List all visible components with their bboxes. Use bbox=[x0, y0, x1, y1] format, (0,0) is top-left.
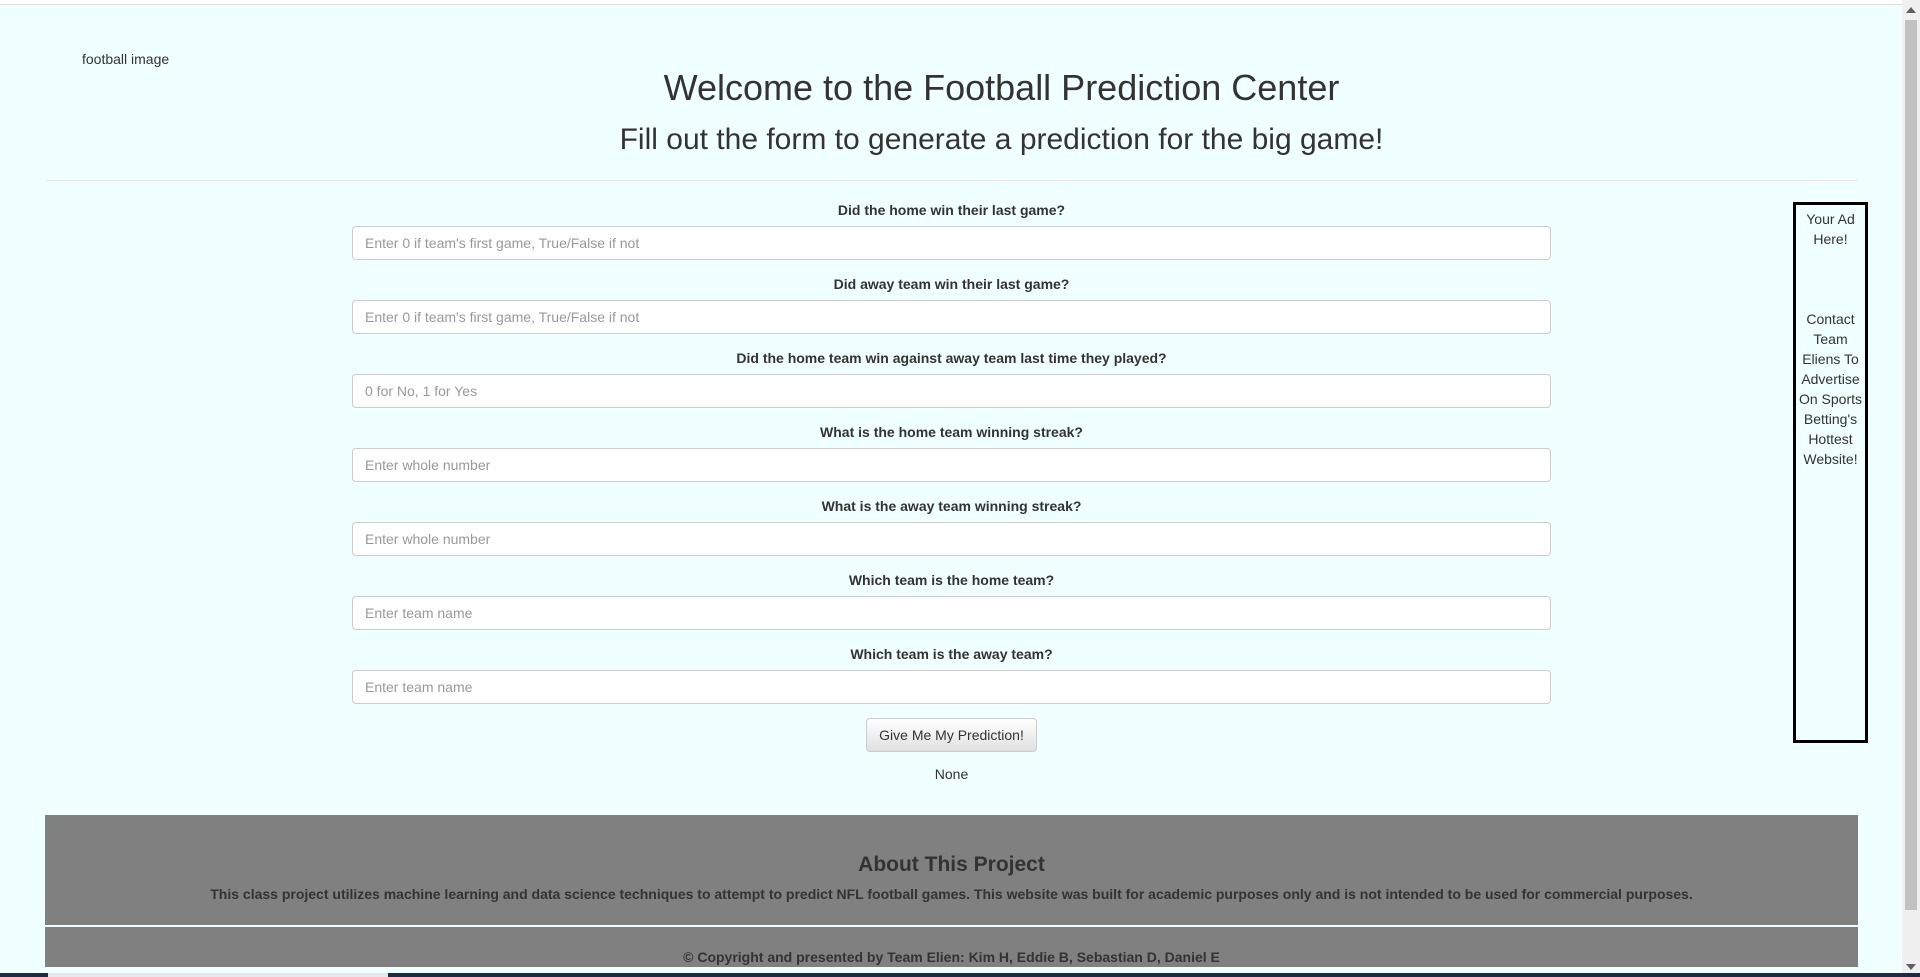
taskbar-strip bbox=[0, 973, 1920, 977]
taskbar-active-segment bbox=[48, 973, 388, 977]
ad-spacer bbox=[1798, 249, 1863, 309]
scroll-up-arrow-icon[interactable] bbox=[1906, 7, 1916, 13]
about-title: About This Project bbox=[858, 853, 1045, 876]
field-away-team: Which team is the away team? bbox=[352, 644, 1551, 704]
home-streak-input[interactable] bbox=[352, 448, 1551, 482]
advertisement-box: Your Ad Here! Contact Team Eliens To Adv… bbox=[1793, 202, 1868, 743]
head-to-head-label: Did the home team win against away team … bbox=[736, 350, 1167, 366]
field-away-last-win: Did away team win their last game? bbox=[352, 274, 1551, 334]
page-subtitle: Fill out the form to generate a predicti… bbox=[619, 123, 1384, 156]
field-head-to-head: Did the home team win against away team … bbox=[352, 348, 1551, 408]
home-last-win-label: Did the home win their last game? bbox=[837, 202, 1066, 218]
field-home-team: Which team is the home team? bbox=[352, 570, 1551, 630]
field-home-streak: What is the home team winning streak? bbox=[352, 422, 1551, 482]
header-divider bbox=[45, 180, 1858, 181]
submit-prediction-button[interactable]: Give Me My Prediction! bbox=[866, 718, 1037, 752]
away-last-win-input[interactable] bbox=[352, 300, 1551, 334]
page-header: Welcome to the Football Prediction Cente… bbox=[45, 60, 1858, 164]
ad-headline: Your Ad Here! bbox=[1806, 211, 1855, 247]
ad-body: Contact Team Eliens To Advertise On Spor… bbox=[1798, 311, 1863, 467]
scrollbar-thumb[interactable] bbox=[1905, 20, 1917, 910]
vertical-scrollbar[interactable] bbox=[1902, 0, 1920, 977]
away-streak-label: What is the away team winning streak? bbox=[821, 498, 1082, 514]
page-title: Welcome to the Football Prediction Cente… bbox=[663, 67, 1340, 108]
about-section: About This Project This class project ut… bbox=[45, 815, 1858, 925]
home-team-input[interactable] bbox=[352, 596, 1551, 630]
submit-row: Give Me My Prediction! bbox=[352, 718, 1551, 752]
top-border bbox=[0, 0, 1902, 5]
about-text: This class project utilizes machine lear… bbox=[210, 886, 1693, 902]
away-streak-input[interactable] bbox=[352, 522, 1551, 556]
field-home-last-win: Did the home win their last game? bbox=[352, 200, 1551, 260]
field-away-streak: What is the away team winning streak? bbox=[352, 496, 1551, 556]
copyright-text: © Copyright and presented by Team Elien:… bbox=[683, 949, 1220, 965]
away-team-input[interactable] bbox=[352, 670, 1551, 704]
home-team-label: Which team is the home team? bbox=[848, 572, 1055, 588]
scroll-down-arrow-icon[interactable] bbox=[1906, 964, 1916, 970]
head-to-head-input[interactable] bbox=[352, 374, 1551, 408]
away-last-win-label: Did away team win their last game? bbox=[833, 276, 1070, 292]
prediction-form: Did the home win their last game? Did aw… bbox=[352, 200, 1551, 782]
home-last-win-input[interactable] bbox=[352, 226, 1551, 260]
home-streak-label: What is the home team winning streak? bbox=[820, 424, 1083, 440]
prediction-result: None bbox=[934, 766, 969, 782]
away-team-label: Which team is the away team? bbox=[850, 646, 1053, 662]
page-footer: © Copyright and presented by Team Elien:… bbox=[45, 927, 1858, 967]
